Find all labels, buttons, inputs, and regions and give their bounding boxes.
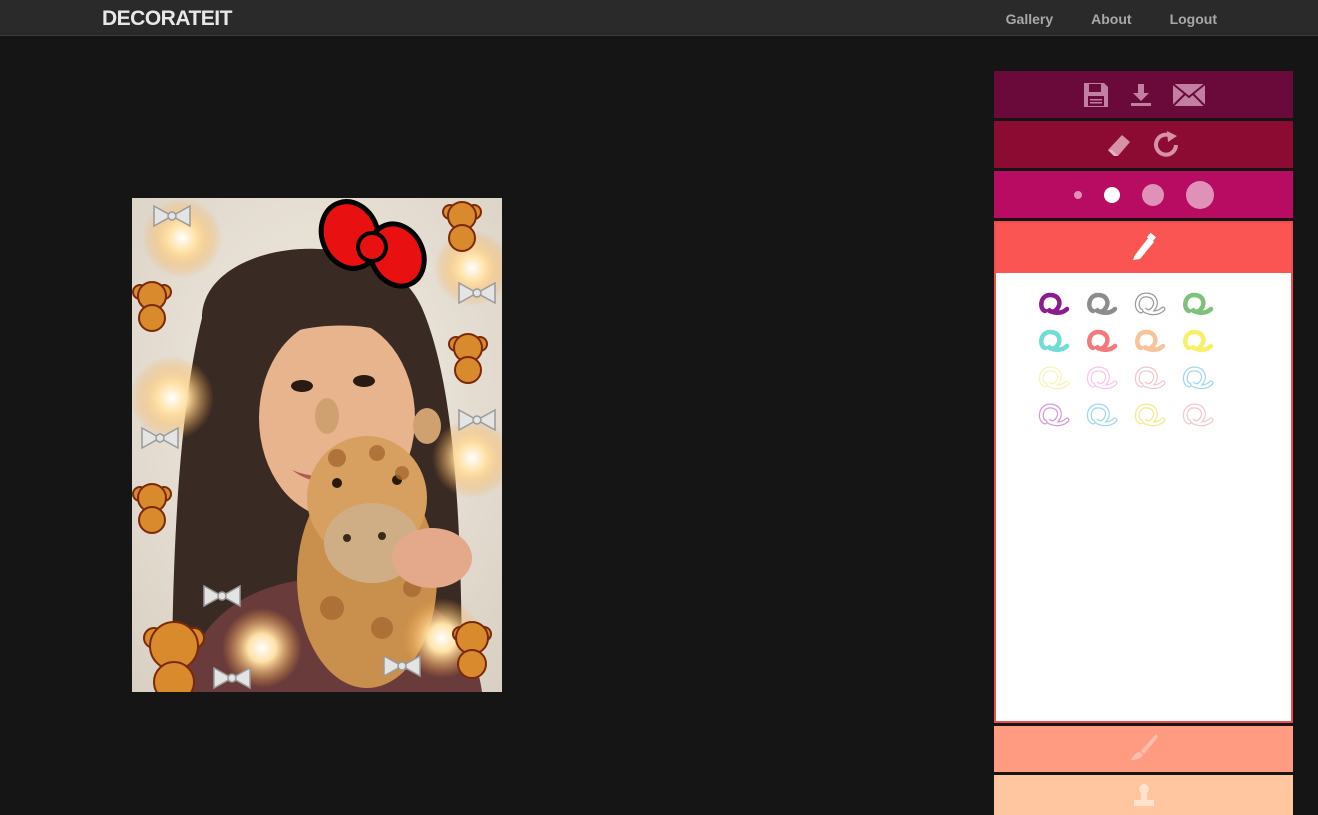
color-swatch[interactable] [1078, 322, 1126, 359]
nav-link-logout[interactable]: Logout [1170, 11, 1217, 27]
nav-link-about[interactable]: About [1091, 11, 1131, 27]
marker-swatch-icon [1086, 402, 1118, 426]
download-icon[interactable] [1128, 82, 1154, 108]
marker-tool-header[interactable] [996, 223, 1291, 273]
marker-swatch-icon [1087, 292, 1118, 315]
brush-size-sm[interactable] [1103, 186, 1120, 203]
color-swatch[interactable] [1030, 359, 1078, 396]
marker-swatch-icon [1134, 291, 1166, 315]
marker-swatch-icon [1182, 402, 1214, 426]
color-swatch[interactable] [1126, 396, 1174, 433]
marker-section [994, 221, 1293, 723]
nav-links: Gallery About Logout [1006, 11, 1217, 27]
file-actions-row [994, 71, 1293, 118]
envelope-icon[interactable] [1171, 82, 1206, 108]
color-swatch[interactable] [1030, 285, 1078, 322]
top-navbar: DECORATEIT Gallery About Logout [0, 0, 1318, 36]
color-swatch[interactable] [1174, 285, 1222, 322]
brush-size-xs[interactable] [1073, 190, 1082, 199]
color-swatch[interactable] [1126, 285, 1174, 322]
paintbrush-tool[interactable] [994, 726, 1293, 772]
brush-size-md[interactable] [1141, 183, 1164, 206]
tool-panel [994, 71, 1293, 815]
brush-size-row [994, 171, 1293, 218]
redo-icon[interactable] [1152, 130, 1182, 160]
color-swatch[interactable] [1174, 396, 1222, 433]
color-swatch[interactable] [1174, 359, 1222, 396]
color-swatch[interactable] [1174, 322, 1222, 359]
nav-link-gallery[interactable]: Gallery [1006, 11, 1053, 27]
marker-swatch-icon [1086, 365, 1118, 389]
marker-swatch-icon [1038, 402, 1070, 426]
color-swatch[interactable] [1126, 359, 1174, 396]
marker-swatch-icon [1087, 329, 1118, 352]
color-swatch[interactable] [1126, 322, 1174, 359]
swatch-grid [1030, 285, 1222, 433]
stamp-tool[interactable] [994, 775, 1293, 815]
marker-swatch-icon [1135, 329, 1166, 352]
brush-size-lg[interactable] [1185, 180, 1214, 209]
photo-illustration [132, 198, 502, 692]
marker-swatch-icon [1183, 292, 1214, 315]
marker-swatch-icon [1134, 365, 1166, 389]
color-swatch[interactable] [1078, 285, 1126, 322]
pencil-icon [1129, 231, 1159, 266]
marker-swatch-icon [1038, 365, 1070, 389]
color-swatch[interactable] [1078, 359, 1126, 396]
decorated-photo-canvas[interactable] [132, 198, 502, 692]
edit-actions-row [994, 121, 1293, 168]
marker-swatch-icon [1039, 292, 1070, 315]
marker-swatch-icon [1134, 402, 1166, 426]
color-swatch[interactable] [1030, 396, 1078, 433]
paintbrush-icon [1129, 732, 1159, 767]
marker-swatch-icon [1039, 329, 1070, 352]
marker-swatch-icon [1182, 365, 1214, 389]
stamp-icon [1131, 783, 1157, 814]
floppy-disk-icon[interactable] [1082, 81, 1110, 109]
brand-logo[interactable]: DECORATEIT [102, 7, 232, 31]
marker-swatch-icon [1183, 329, 1214, 352]
eraser-icon[interactable] [1106, 132, 1132, 158]
color-swatch[interactable] [1030, 322, 1078, 359]
marker-palette [996, 273, 1291, 721]
color-swatch[interactable] [1078, 396, 1126, 433]
